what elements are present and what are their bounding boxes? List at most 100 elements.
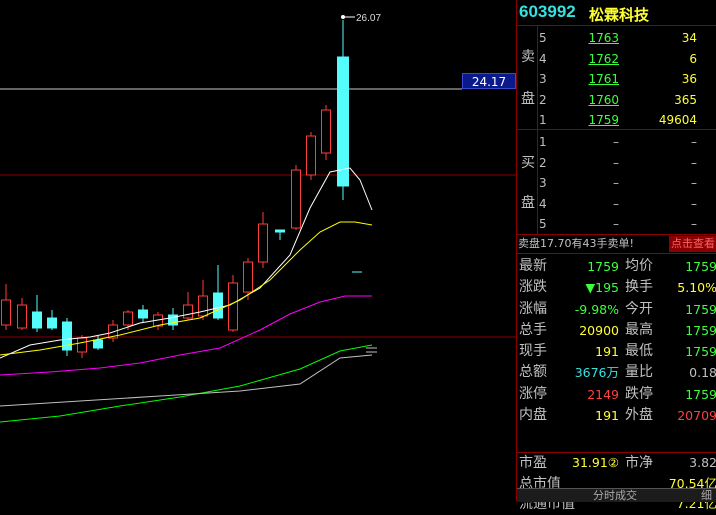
high-marker: 26.07	[341, 13, 381, 24]
sell-price: 1759	[588, 113, 619, 128]
candle	[47, 310, 57, 330]
candle	[243, 258, 253, 300]
sell-row[interactable]: 5 1763 34	[539, 28, 716, 49]
candle	[1, 284, 11, 330]
pe-label: 市盈	[519, 455, 547, 471]
candle	[306, 132, 316, 180]
buy-price: –	[613, 217, 619, 232]
stock-header: 603992 松霖科技	[517, 0, 716, 26]
sell-level: 3	[539, 72, 547, 87]
sell-row[interactable]: 3 1761 36	[539, 69, 716, 90]
ma-line	[0, 221, 373, 356]
stat-value: 1759	[685, 301, 716, 317]
buy-label-1: 买	[521, 155, 535, 171]
stat-value: 3676万	[574, 365, 619, 381]
stat-label: 涨跌	[519, 279, 547, 296]
kline-chart[interactable]: 26.07	[0, 0, 516, 501]
stat-row: 内盘 191 外盘 20709	[517, 405, 716, 426]
ma-line	[0, 344, 373, 423]
buy-level: 4	[539, 196, 547, 211]
stat-value: 0.18	[689, 365, 716, 381]
candle	[291, 165, 301, 230]
pb-label: 市净	[625, 455, 653, 471]
stat-label: 涨停	[519, 385, 547, 402]
buy-row[interactable]: 4 – –	[539, 194, 716, 215]
sell-volume: 34	[681, 31, 697, 45]
stat-label: 最高	[625, 321, 653, 338]
stat-value: 1759	[685, 322, 716, 338]
view-notice-button[interactable]: 点击查看	[669, 236, 716, 252]
sell-order-notice: 卖盘17.70有43手卖单! 点击查看	[517, 235, 716, 254]
stat-label: 量比	[625, 364, 653, 381]
buy-level: 5	[539, 217, 547, 232]
buy-volume: –	[691, 217, 697, 232]
buy-level: 2	[539, 155, 547, 170]
high-price-label: 26.07	[356, 13, 381, 24]
sell-volume: 365	[674, 92, 697, 107]
notice-text: 卖盘17.70有43手卖单!	[518, 237, 634, 250]
sell-order-book: 卖 盘 5 1763 34 4 1762 6 3 1761 36 2 1760 365 1 1759 496…	[517, 26, 716, 130]
quote-panel: 603992 松霖科技 卖 盘 5 1763 34 4 1762 6 3 1761 36 2 176…	[516, 0, 716, 512]
sell-level: 2	[539, 92, 547, 107]
sell-price: 1760	[588, 92, 619, 107]
candle	[275, 229, 285, 240]
stat-label: 跌停	[625, 385, 653, 402]
sell-level: 4	[539, 51, 547, 66]
stat-label: 总手	[519, 321, 547, 338]
stock-code: 603992	[519, 2, 576, 21]
ma-line	[0, 354, 373, 407]
stat-value: 1759	[685, 259, 716, 274]
stat-value: 5.10%	[677, 280, 716, 296]
stat-label: 均价	[625, 258, 653, 274]
buy-volume: –	[691, 176, 697, 191]
stat-label: 内盘	[519, 407, 547, 424]
stat-row: 总手 20900 最高 1759	[517, 320, 716, 341]
candle	[62, 318, 72, 356]
pb-value: 3.82	[689, 455, 716, 470]
buy-volume: –	[691, 135, 697, 149]
stat-label: 涨幅	[519, 300, 547, 317]
sell-row[interactable]: 2 1760 365	[539, 90, 716, 111]
candle	[198, 280, 208, 320]
candle	[258, 212, 268, 268]
buy-row[interactable]: 5 – –	[539, 214, 716, 235]
bottom-tabs: 分时成交 细	[517, 488, 716, 502]
buy-price: –	[613, 155, 619, 170]
sell-row[interactable]: 1 1759 49604	[539, 110, 716, 131]
sell-level: 5	[539, 31, 547, 45]
stat-label: 外盘	[625, 407, 653, 424]
quote-stats: 最新 1759 均价 1759 涨跌 ▼195 换手 5.10% 涨幅 -9.98% 今开 1759 总…	[517, 256, 716, 426]
candle	[138, 305, 148, 322]
stat-value: 191	[595, 344, 619, 360]
pe-value: 31.91②	[572, 455, 619, 470]
stat-row: 现手 191 最低 1759	[517, 341, 716, 362]
sell-level: 1	[539, 113, 547, 128]
stat-label: 换手	[625, 279, 653, 296]
stat-label: 今开	[625, 300, 653, 317]
buy-row[interactable]: 2 – –	[539, 153, 716, 174]
buy-row[interactable]: 1 – –	[539, 132, 716, 153]
buy-volume: –	[691, 155, 697, 170]
candle	[168, 308, 178, 330]
buy-order-book: 买 盘 1 – – 2 – – 3 – – 4 – – 5 – –	[517, 130, 716, 235]
stat-value: -9.98%	[574, 301, 619, 317]
sell-volume: 49604	[658, 113, 697, 128]
stat-row: 涨停 2149 跌停 1759	[517, 384, 716, 405]
buy-level: 1	[539, 135, 547, 149]
stat-value: 2149	[587, 386, 619, 402]
sell-row[interactable]: 4 1762 6	[539, 49, 716, 70]
buy-row[interactable]: 3 – –	[539, 173, 716, 194]
sell-price: 1762	[588, 51, 619, 66]
buy-price: –	[613, 176, 619, 191]
tab-time-sales[interactable]: 分时成交	[593, 489, 637, 502]
sell-label-1: 卖	[521, 49, 535, 65]
tab-detail[interactable]: 细	[701, 489, 712, 502]
stat-label: 总额	[519, 364, 547, 381]
buy-level: 3	[539, 176, 547, 191]
buy-price: –	[613, 135, 619, 149]
ma-line	[0, 167, 373, 359]
candle	[321, 105, 331, 160]
sell-label-2: 盘	[521, 91, 535, 107]
price-line-tag: 24.17	[462, 73, 516, 89]
candle	[32, 295, 42, 332]
